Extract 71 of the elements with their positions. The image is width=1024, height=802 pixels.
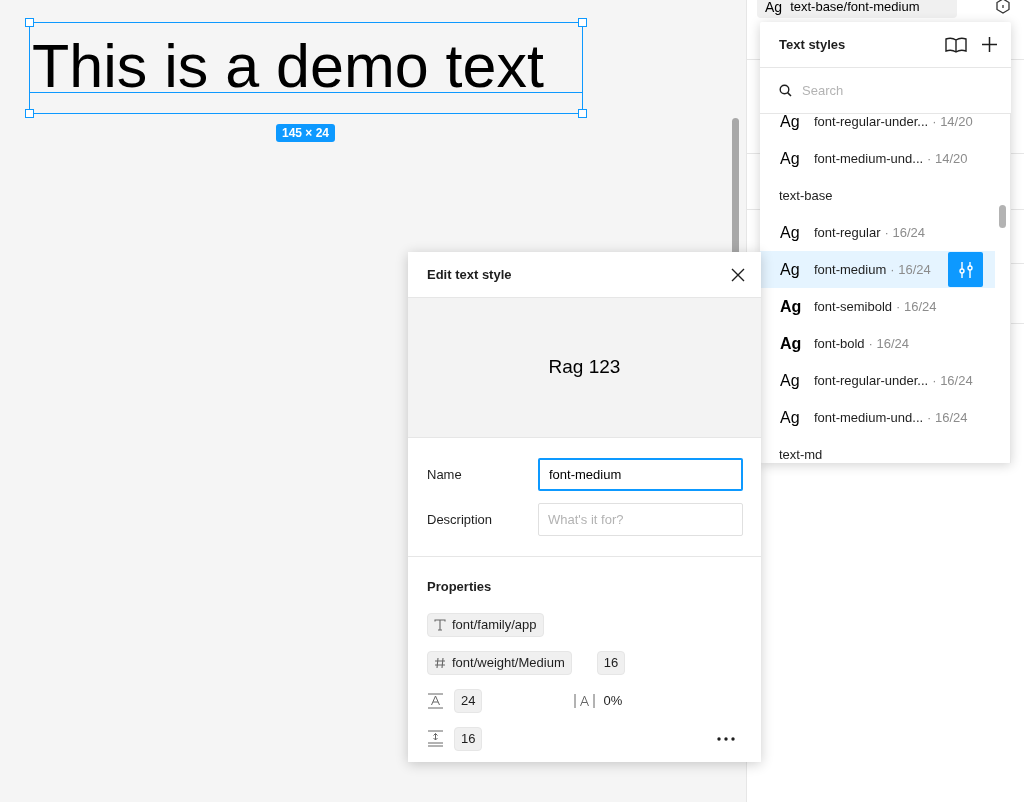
search-field[interactable]: Search xyxy=(802,80,992,101)
style-name: font-semibold xyxy=(814,297,893,316)
scrollbar[interactable] xyxy=(999,205,1006,228)
style-name: font-regular-under... xyxy=(814,371,929,390)
style-sample: Ag xyxy=(780,370,801,391)
font-weight-token[interactable]: font/weight/Medium xyxy=(427,650,572,675)
group-heading: text-md xyxy=(779,445,823,463)
resize-handle[interactable] xyxy=(578,109,587,118)
font-size-token[interactable]: 16 xyxy=(596,650,626,675)
book-icon[interactable] xyxy=(945,36,967,53)
resize-handle[interactable] xyxy=(25,109,34,118)
style-sample: Ag xyxy=(780,114,801,132)
paragraph-spacing-token[interactable]: 16 xyxy=(454,726,483,751)
text-style-item[interactable]: Ag font-medium-und... · 14/20 xyxy=(760,140,995,177)
group-heading: text-base xyxy=(779,186,833,205)
style-name: font-regular-under... xyxy=(814,114,929,131)
style-sample: Ag xyxy=(780,333,803,354)
paragraph-spacing-icon xyxy=(427,730,444,747)
section-title: Properties xyxy=(427,578,493,596)
close-icon[interactable] xyxy=(731,267,745,282)
font-family-token[interactable]: font/family/app xyxy=(427,612,544,637)
plus-icon[interactable] xyxy=(982,37,997,52)
canvas-text: This is a demo text xyxy=(31,35,544,97)
style-sample: Ag xyxy=(780,259,801,280)
popover-title: Text styles xyxy=(779,35,846,54)
style-name: font-regular xyxy=(814,223,881,242)
letter-spacing-icon xyxy=(574,693,596,708)
style-sample: Ag xyxy=(780,148,801,169)
style-size: · 14/20 xyxy=(932,114,973,131)
style-name: font-medium-und... xyxy=(814,408,924,427)
style-sample: Ag xyxy=(780,222,801,243)
size-label: 145 × 24 xyxy=(276,124,336,142)
style-size: · 16/24 xyxy=(868,334,910,353)
text-style-item[interactable]: Ag font-regular · 16/24 xyxy=(760,214,995,251)
dialog-title: Edit text style xyxy=(427,265,512,284)
field-label: Description xyxy=(427,510,494,529)
style-size: · 16/24 xyxy=(884,223,925,242)
style-sample: Ag xyxy=(780,296,803,317)
input-field[interactable]: What's it for? xyxy=(538,503,743,536)
letter-spacing-value: 0% xyxy=(603,691,623,710)
sliders-icon xyxy=(957,260,974,279)
style-size: · 16/24 xyxy=(927,408,968,427)
style-name: font-medium xyxy=(814,260,887,279)
style-size: · 16/24 xyxy=(890,260,931,279)
text-style-item[interactable]: Ag font-regular-under... · 14/20 xyxy=(760,114,995,140)
style-size: · 16/24 xyxy=(896,297,937,316)
text-style-item[interactable]: Ag font-semibold · 16/24 xyxy=(760,288,995,325)
preview-text: Rag 123 xyxy=(548,355,621,380)
edit-style-button[interactable] xyxy=(948,252,983,287)
style-name: font-bold xyxy=(814,334,865,353)
text-style-item[interactable]: Ag font-regular-under... · 16/24 xyxy=(760,362,995,399)
resize-handle[interactable] xyxy=(578,18,587,27)
text-style-item[interactable]: Ag font-bold · 16/24 xyxy=(760,325,995,362)
style-name: font-medium-und... xyxy=(814,149,924,168)
text-icon xyxy=(434,618,446,631)
line-height-icon xyxy=(427,692,444,709)
text-style-item[interactable]: Ag font-medium-und... · 16/24 xyxy=(760,399,995,436)
more-icon[interactable] xyxy=(717,736,735,741)
line-height-token[interactable]: 24 xyxy=(454,688,483,713)
resize-handle[interactable] xyxy=(25,18,34,27)
style-sample: Ag xyxy=(780,407,801,428)
style-size: · 16/24 xyxy=(932,371,973,390)
style-size: · 14/20 xyxy=(927,149,968,168)
input-field[interactable]: font-medium xyxy=(538,458,743,491)
hash-icon xyxy=(434,656,446,669)
search-icon xyxy=(779,84,792,97)
text-style-item[interactable]: Ag font-medium · 16/24 xyxy=(760,251,995,288)
field-label: Name xyxy=(427,465,463,484)
style-field[interactable]: Ag text-base/font-medium xyxy=(757,0,957,18)
style-sample: Ag xyxy=(765,0,783,17)
style-name: text-base/font-medium xyxy=(790,0,920,17)
